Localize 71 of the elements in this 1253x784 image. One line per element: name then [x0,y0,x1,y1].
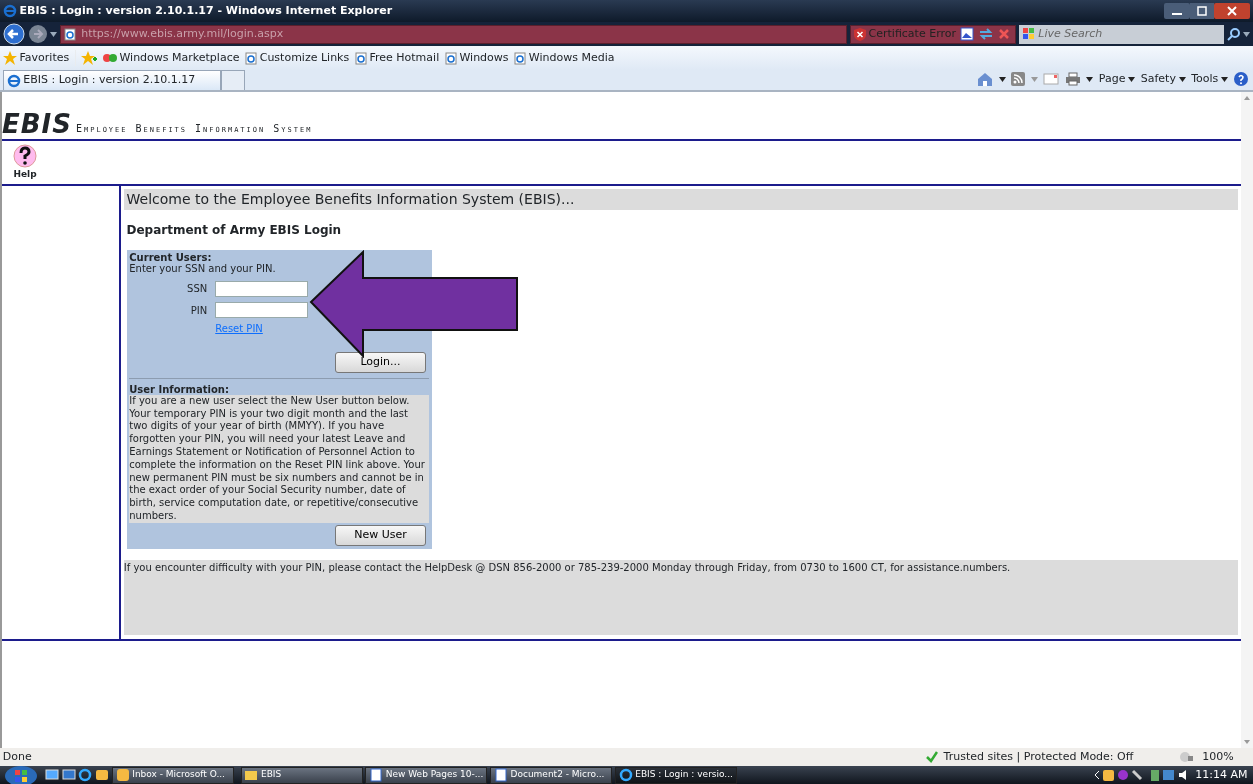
windows-flag-icon [1021,27,1036,41]
forward-icon[interactable] [27,24,48,44]
page-heading: Department of Army EBIS Login [125,221,343,239]
favorite-link[interactable]: Customize Links [244,49,350,67]
window-title: EBIS : Login : version 2.10.1.17 - Windows Internet Explorer [19,2,393,19]
shield-error-icon [853,27,866,41]
feed-icon[interactable] [1011,72,1026,86]
close-icon[interactable] [1214,3,1251,19]
favorite-link[interactable]: Windows Media [514,49,615,67]
browser-page-icon [2,4,17,18]
taskbar-button[interactable]: Inbox - Microsoft O... [111,766,234,784]
document-icon [369,768,383,782]
desktop-icon[interactable] [44,769,59,781]
document-icon [493,768,508,782]
section-title: Current Users: [129,252,213,263]
browser-tab[interactable]: EBIS : Login : version 2.10.1.17 [2,70,221,90]
back-icon[interactable] [2,23,25,45]
search-field[interactable]: Live Search [1018,24,1224,44]
window-switch-icon[interactable] [61,769,76,781]
star-icon [2,51,17,65]
favorite-link[interactable]: Windows [444,49,509,67]
section-title: User Information: [129,384,230,395]
input-field[interactable] [215,302,309,318]
caret-icon[interactable] [1086,76,1094,82]
instruction-text: Enter your SSN and your PIN. [129,262,277,275]
checkmark-icon [926,751,939,763]
clock-text: 11:14 AM [1195,766,1249,783]
caret-icon[interactable] [1128,76,1136,82]
input-field[interactable] [215,280,309,297]
taskbar-button[interactable]: New Web Pages 10-... [365,766,488,784]
login-button[interactable]: Login... [335,352,426,373]
security-zone-text: Trusted sites | Protected Mode: Off [943,748,1134,765]
caret-icon[interactable] [998,76,1006,82]
caret-icon[interactable] [50,31,58,37]
logo: EBIS [2,112,72,137]
page-icon [514,51,527,65]
restore-icon[interactable] [1190,3,1215,19]
page-icon [63,27,76,41]
help-icon[interactable] [1233,72,1248,86]
printer-icon[interactable] [1064,72,1081,86]
folder-icon [244,768,259,782]
status-text: Done [2,748,32,765]
command-menu[interactable]: Page [1098,70,1136,88]
browser-page-icon [6,73,21,88]
caret-icon[interactable] [1243,31,1251,37]
taskbar-button[interactable]: Document2 - Micro... [490,766,612,784]
envelope-icon[interactable] [1043,73,1060,85]
taskbar-button[interactable]: EBIS : Login : versio... [614,766,737,784]
search-icon[interactable] [1226,27,1241,41]
logo-subtitle: Employee Benefits Information System [76,122,313,137]
compatibility-icon[interactable] [958,26,975,42]
zoom-button[interactable]: 100% [1202,748,1234,766]
favorite-link[interactable]: Windows Marketplace [102,49,240,67]
new-user-button[interactable]: New User [335,525,426,546]
field-label: PIN [189,303,208,318]
field-label: SSN [186,282,208,296]
add-favorite-icon[interactable] [81,51,98,65]
help-note: If you encounter difficulty with your PIN, please contact the HelpDesk @ DSN 856-2000 or 785-239-2000 Monday through Friday, from 0730 to 1600 CT, for assistance.numbers. [123,559,1239,635]
page-icon [354,51,367,65]
page-icon [244,51,257,65]
favorites-button[interactable]: Favorites [2,49,70,67]
command-menu[interactable]: Safety [1140,70,1186,88]
welcome-banner: Welcome to the Employee Benefits Information System (EBIS)... [123,188,1239,210]
caret-icon[interactable] [1178,76,1186,82]
caret-icon[interactable] [1221,76,1228,82]
command-menu[interactable]: Tools [1191,70,1228,88]
taskbar-button[interactable]: EBIS [240,766,363,784]
page-icon [444,51,457,65]
favorite-link[interactable]: Free Hotmail [354,49,440,67]
info-paragraph: If you are a new user select the New User button below. Your temporary PIN is your two digit month and the last two digits of your year of birth (MMYY). If you have forgotten your PIN, you will need your latest Leave and Earnings Statement or Notification of Personnel Action to complete the information on the Reset PIN link above. Your new permanent PIN must be six numbers and cannot be in the exact order of your Social Security number, date of birth, service computation date, or repetitive/consecutive numbers. [129,394,429,523]
minimize-icon[interactable] [1164,3,1191,19]
